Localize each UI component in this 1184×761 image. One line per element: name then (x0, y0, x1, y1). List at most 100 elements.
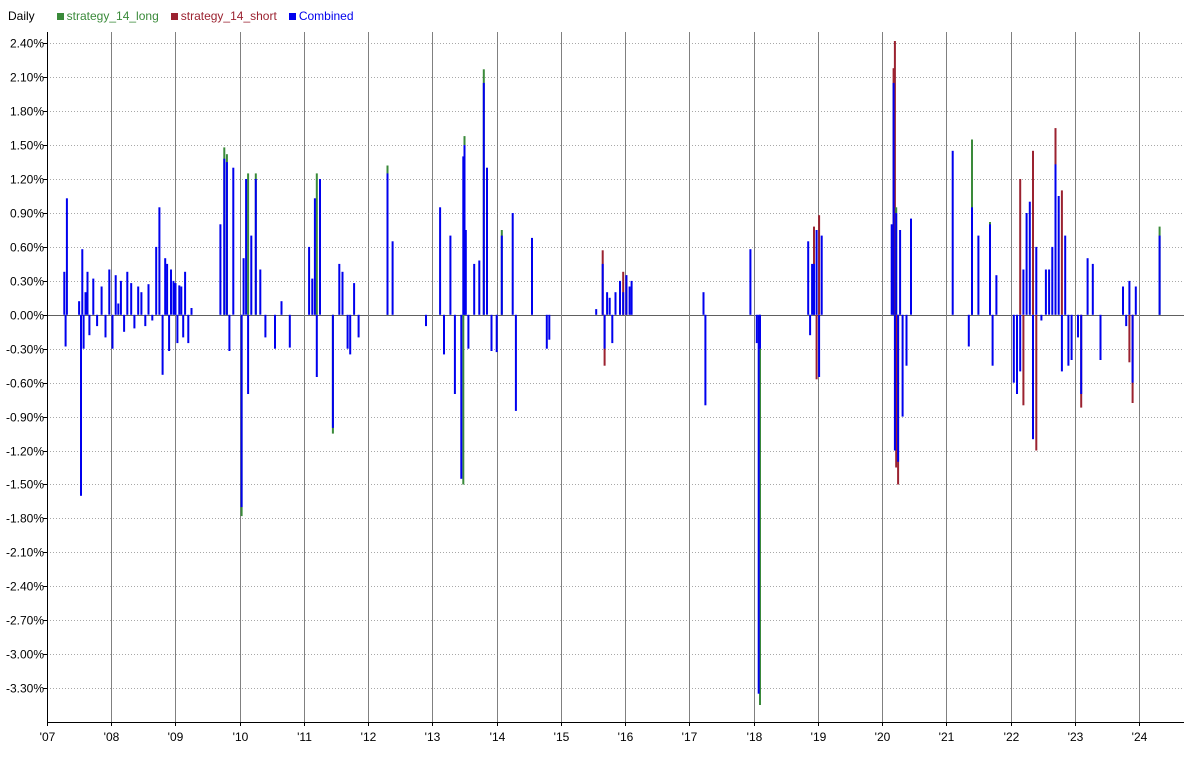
x-tick-label: '21 (939, 730, 955, 744)
bar-Combined (264, 314, 267, 338)
bar-Combined (1128, 280, 1131, 315)
bar-Combined (81, 249, 84, 315)
bar-Combined (346, 314, 349, 349)
bar-Combined (548, 314, 551, 340)
bar-Combined (174, 283, 177, 315)
bar-strategy-14-short (1019, 179, 1022, 315)
chart-bars (63, 41, 1161, 705)
bar-Combined (1012, 314, 1015, 383)
bar-Combined (319, 179, 321, 315)
bar-Combined (82, 314, 85, 349)
x-tick-label: '22 (1004, 730, 1020, 744)
bar-Combined (245, 179, 248, 315)
y-tick-label: -3.00% (6, 648, 44, 662)
bar-Combined (757, 314, 760, 694)
bar-Combined (166, 263, 169, 315)
x-tick-label: '15 (554, 730, 570, 744)
x-tick-label: '09 (168, 730, 184, 744)
bar-Combined (630, 280, 633, 315)
bar-Combined (341, 271, 344, 315)
bar-Combined (1054, 164, 1057, 315)
x-tick-label: '10 (233, 730, 249, 744)
x-tick-label: '14 (490, 730, 506, 744)
bar-Combined (386, 173, 389, 315)
bar-Combined (219, 224, 222, 315)
bar-Combined (178, 285, 181, 315)
bar-Combined (1122, 286, 1124, 315)
bar-Combined (240, 314, 243, 508)
y-tick-label: -1.80% (6, 512, 44, 526)
x-tick-label: '19 (811, 730, 827, 744)
bar-Combined (901, 314, 904, 417)
bar-Combined (490, 314, 493, 351)
bar-Combined (1134, 286, 1137, 315)
bar-Combined (225, 162, 228, 315)
bar-Combined (443, 314, 445, 355)
bar-Combined (232, 167, 235, 315)
bar-Combined (625, 275, 628, 315)
x-tick-label: '17 (682, 730, 698, 744)
bar-strategy-14-short (1032, 150, 1034, 315)
bar-Combined (453, 314, 456, 394)
y-tick-label: 0.00% (10, 309, 44, 323)
bar-Combined (228, 314, 231, 351)
bar-Combined (155, 246, 158, 315)
bar-Combined (809, 314, 812, 336)
bar-Combined (619, 280, 621, 315)
bar-Combined (104, 314, 107, 338)
bar-Combined (80, 314, 82, 496)
bar-Combined (1086, 258, 1089, 315)
bar-Combined (184, 271, 187, 315)
bar-Combined (111, 314, 114, 349)
bar-Combined (1067, 314, 1070, 366)
bar-Combined (439, 207, 442, 315)
bar-Combined (1044, 269, 1047, 315)
bar-Combined (313, 198, 316, 315)
bar-Combined (995, 275, 998, 315)
x-tick-label: '07 (40, 730, 56, 744)
bar-Combined (133, 314, 136, 329)
bar-Combined (170, 269, 172, 315)
y-tick-label: -2.70% (6, 614, 44, 628)
bar-Combined (1070, 314, 1073, 360)
bar-Combined (140, 292, 143, 315)
bar-Combined (147, 284, 150, 315)
bar-Combined (1057, 196, 1060, 315)
bar-Combined (338, 263, 341, 315)
bar-Combined (989, 224, 991, 315)
bar-Combined (151, 314, 154, 321)
bar-Combined (78, 301, 81, 315)
bar-Combined (144, 314, 147, 327)
bar-Combined (168, 314, 171, 351)
bar-Combined (126, 271, 129, 315)
y-tick-label: 2.10% (10, 71, 44, 85)
bar-Combined (614, 292, 617, 315)
bar-Combined (1048, 269, 1051, 315)
bar-Combined (176, 314, 179, 344)
bar-Combined (1022, 269, 1025, 315)
bar-Combined (749, 249, 752, 315)
bar-Combined (1016, 314, 1018, 394)
bar-Combined (1051, 246, 1054, 315)
bar-Combined (473, 263, 476, 315)
chart-axes: 2.40% 2.10% 1.80% 1.50% 1.20% 0.90% 0.60% 0.30%… (6, 32, 1184, 744)
bar-Combined (603, 314, 606, 349)
bar-Combined (910, 218, 912, 315)
y-tick-label: 0.90% (10, 207, 44, 221)
bar-Combined (63, 271, 66, 315)
bar-Combined (108, 269, 111, 315)
bar-Combined (464, 230, 467, 315)
bar-strategy-14-short (1060, 190, 1063, 315)
y-tick-label: -1.20% (6, 445, 44, 459)
x-tick-label: '08 (104, 730, 120, 744)
bar-Combined (991, 314, 994, 366)
bar-Combined (905, 314, 908, 366)
bar-Combined (1091, 263, 1094, 315)
x-tick-label: '12 (361, 730, 377, 744)
x-tick-label: '20 (875, 730, 891, 744)
bar-Combined (951, 150, 954, 315)
bar-Combined (971, 207, 973, 315)
bar-Combined (123, 314, 126, 332)
bar-Combined (818, 314, 821, 377)
bar-Combined (1060, 314, 1063, 372)
